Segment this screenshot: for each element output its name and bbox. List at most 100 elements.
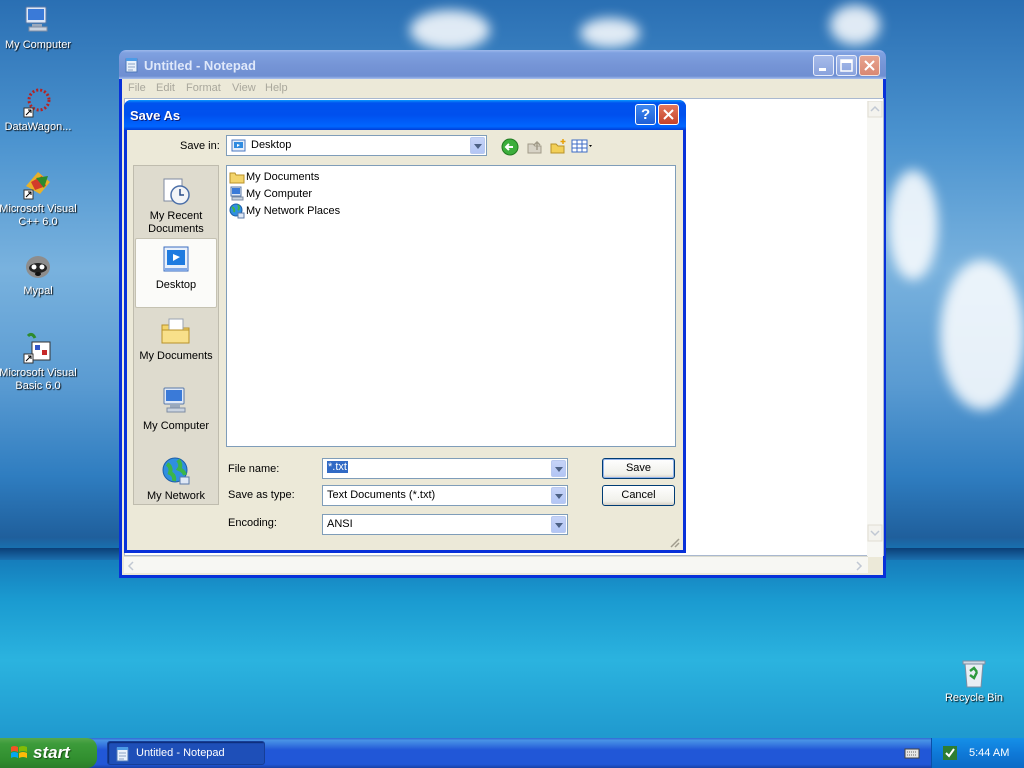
save-in-value: Desktop bbox=[251, 139, 292, 151]
notepad-menu-bar: File Edit Format View Help bbox=[122, 79, 883, 98]
cloud bbox=[580, 18, 640, 48]
place-label: My Computer bbox=[142, 420, 210, 432]
taskbar: start Untitled - Notepad 5:44 AM bbox=[0, 738, 1024, 768]
save-as-dialog[interactable]: Save As ? Save in: Desktop My Recent Doc… bbox=[124, 100, 686, 553]
windows-logo-icon bbox=[10, 745, 28, 764]
place-label: My Network bbox=[146, 490, 206, 502]
scroll-arrows-icon bbox=[127, 561, 863, 571]
close-button[interactable] bbox=[859, 55, 880, 76]
visual-cpp-icon bbox=[22, 168, 54, 200]
place-my-computer[interactable]: My Computer bbox=[135, 380, 217, 450]
back-icon[interactable] bbox=[501, 138, 519, 159]
desktop-icon-visual-basic[interactable]: Microsoft Visual Basic 6.0 bbox=[0, 332, 78, 393]
menu-edit[interactable]: Edit bbox=[156, 82, 175, 94]
chevron-down-icon[interactable] bbox=[470, 137, 485, 154]
menu-view[interactable]: View bbox=[232, 82, 256, 94]
desktop-icon-datawagon[interactable]: DataWagon... bbox=[0, 86, 78, 134]
visual-basic-icon bbox=[22, 332, 54, 364]
cancel-button[interactable]: Cancel bbox=[602, 485, 675, 506]
keyboard-icon[interactable] bbox=[904, 746, 920, 763]
desktop-icon-label: Microsoft Visual Basic 6.0 bbox=[0, 367, 77, 392]
dialog-title: Save As bbox=[130, 108, 181, 123]
encoding-value: ANSI bbox=[327, 518, 353, 530]
desktop-icon-recycle-bin[interactable]: Recycle Bin bbox=[934, 657, 1014, 705]
desktop-folder-icon bbox=[231, 138, 247, 157]
encoding-label: Encoding: bbox=[228, 517, 277, 529]
file-list[interactable]: My Documents My Computer My Network Plac… bbox=[226, 165, 676, 447]
close-icon bbox=[663, 109, 674, 120]
dialog-body: Save in: Desktop My Recent Documents Des… bbox=[127, 130, 683, 550]
notepad-title-bar[interactable]: Untitled - Notepad bbox=[119, 50, 886, 79]
start-label: start bbox=[33, 743, 70, 762]
taskbar-item-label: Untitled - Notepad bbox=[136, 747, 225, 759]
new-folder-icon[interactable] bbox=[549, 138, 567, 159]
desktop-icon-label: Microsoft Visual C++ 6.0 bbox=[0, 203, 77, 228]
taskbar-item-notepad[interactable]: Untitled - Notepad bbox=[107, 741, 265, 765]
network-globe-icon bbox=[229, 203, 245, 219]
encoding-dropdown[interactable]: ANSI bbox=[322, 514, 568, 535]
file-name: My Computer bbox=[246, 188, 313, 200]
datawagon-icon bbox=[22, 86, 54, 118]
computer-icon bbox=[160, 385, 192, 417]
places-bar: My Recent Documents Desktop My Documents… bbox=[133, 165, 219, 505]
desktop-icon-label: Recycle Bin bbox=[944, 692, 1004, 704]
desktop-icon-visual-cpp[interactable]: Microsoft Visual C++ 6.0 bbox=[0, 168, 78, 229]
start-button[interactable]: start bbox=[0, 738, 97, 768]
clock[interactable]: 5:44 AM bbox=[969, 747, 1009, 759]
desktop-icon bbox=[160, 244, 192, 276]
chevron-down-icon[interactable] bbox=[551, 516, 566, 533]
menu-format[interactable]: Format bbox=[186, 82, 221, 94]
place-my-documents[interactable]: My Documents bbox=[135, 310, 217, 380]
save-in-dropdown[interactable]: Desktop bbox=[226, 135, 487, 156]
place-label: My Documents bbox=[139, 350, 213, 362]
chevron-down-icon[interactable] bbox=[551, 460, 566, 477]
file-name-input[interactable]: *.txt bbox=[322, 458, 568, 479]
chevron-down-icon[interactable] bbox=[551, 487, 566, 504]
tray-app-icon[interactable] bbox=[942, 745, 958, 764]
minimize-button[interactable] bbox=[813, 55, 834, 76]
recycle-bin-icon bbox=[958, 657, 990, 689]
horizontal-scrollbar[interactable] bbox=[124, 556, 868, 573]
my-documents-icon bbox=[160, 315, 192, 347]
cloud bbox=[940, 260, 1024, 410]
help-icon: ? bbox=[641, 106, 651, 123]
up-folder-icon[interactable] bbox=[526, 138, 544, 159]
maximize-button[interactable] bbox=[836, 55, 857, 76]
scroll-arrows-icon bbox=[867, 100, 883, 542]
notepad-title: Untitled - Notepad bbox=[144, 58, 256, 73]
resize-grip-icon[interactable] bbox=[667, 535, 681, 552]
desktop-icon-label: My Computer bbox=[4, 39, 72, 51]
place-label: My Recent Documents bbox=[148, 210, 204, 235]
file-name: My Network Places bbox=[246, 205, 341, 217]
dialog-title-bar[interactable]: Save As ? bbox=[124, 100, 686, 130]
desktop-icon-mypal[interactable]: Mypal bbox=[0, 250, 78, 298]
desktop-icon-label: Mypal bbox=[23, 285, 53, 297]
dialog-close-button[interactable] bbox=[658, 104, 679, 125]
cloud bbox=[830, 5, 880, 45]
place-my-recent-documents[interactable]: My Recent Documents bbox=[135, 170, 217, 240]
place-desktop[interactable]: Desktop bbox=[135, 238, 217, 308]
desktop-icon-my-computer[interactable]: My Computer bbox=[0, 4, 78, 52]
desktop-icon-label: DataWagon... bbox=[4, 121, 72, 133]
file-name: My Documents bbox=[246, 171, 320, 183]
notepad-icon bbox=[116, 746, 130, 765]
cloud bbox=[888, 170, 938, 280]
system-tray: 5:44 AM bbox=[931, 738, 1024, 768]
place-label: Desktop bbox=[155, 279, 197, 291]
menu-file[interactable]: File bbox=[128, 82, 146, 94]
menu-help[interactable]: Help bbox=[265, 82, 288, 94]
save-button[interactable]: Save bbox=[602, 458, 675, 479]
vertical-scrollbar[interactable] bbox=[867, 100, 883, 557]
save-in-label: Save in: bbox=[180, 140, 220, 152]
save-as-type-dropdown[interactable]: Text Documents (*.txt) bbox=[322, 485, 568, 506]
computer-icon bbox=[229, 186, 245, 202]
mypal-icon bbox=[22, 250, 54, 282]
views-menu-icon[interactable] bbox=[571, 139, 595, 158]
place-my-network[interactable]: My Network bbox=[135, 450, 217, 520]
folder-icon bbox=[229, 169, 245, 185]
computer-icon bbox=[22, 4, 54, 36]
maximize-icon bbox=[840, 59, 853, 72]
notepad-icon bbox=[125, 57, 139, 73]
network-globe-icon bbox=[160, 455, 192, 487]
help-button[interactable]: ? bbox=[635, 104, 656, 125]
